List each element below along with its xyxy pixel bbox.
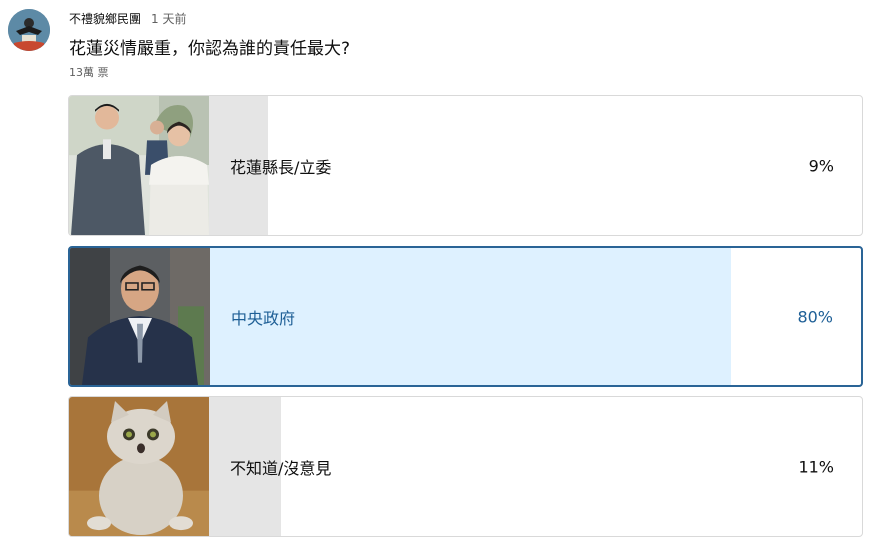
option-percent: 11% — [798, 457, 834, 476]
vote-count: 13萬 票 — [69, 66, 109, 79]
option-image-surprised-cat — [69, 397, 209, 536]
option-image-man-in-suit — [70, 248, 210, 385]
option-percent: 9% — [808, 156, 834, 175]
channel-avatar[interactable] — [8, 9, 50, 51]
poll-option-3[interactable]: 不知道/沒意見 11% — [68, 396, 863, 537]
option-image-two-people — [69, 96, 209, 235]
post-header: 不禮貌鄉民團 1 天前 — [69, 10, 186, 27]
option-label: 中央政府 — [231, 308, 296, 328]
avatar-image — [8, 9, 50, 51]
poll-question: 花蓮災情嚴重，你認為誰的責任最大? — [69, 39, 351, 59]
poll-option-1[interactable]: 花蓮縣長/立委 9% — [68, 95, 863, 236]
option-label: 不知道/沒意見 — [230, 458, 332, 478]
option-label: 花蓮縣長/立委 — [230, 157, 332, 177]
channel-name[interactable]: 不禮貌鄉民團 — [69, 10, 141, 27]
poll-option-2[interactable]: 中央政府 80% — [68, 246, 863, 387]
post-time[interactable]: 1 天前 — [151, 10, 186, 27]
option-percent: 80% — [797, 307, 833, 326]
